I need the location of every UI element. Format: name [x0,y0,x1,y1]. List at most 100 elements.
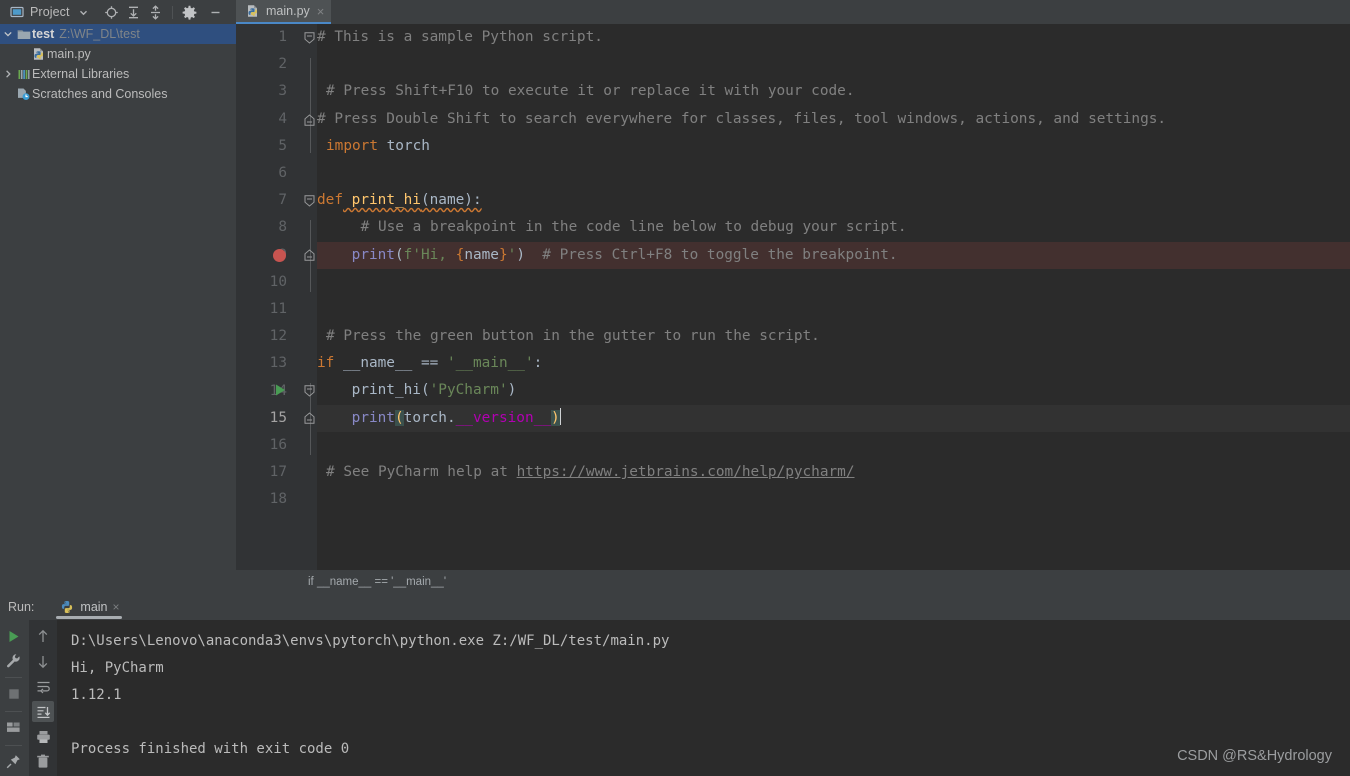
code-editor[interactable]: 1 2 3 4 5 6 7 8 9 10 11 12 13 14 15 16 1… [236,24,1350,570]
arrow-up-icon[interactable] [32,626,54,647]
code-token-keyword: def [317,192,343,209]
chevron-down-icon[interactable] [75,4,92,21]
tree-item-main-py[interactable]: main.py [0,44,236,64]
expand-all-icon[interactable] [125,4,142,21]
code-line-4: # Press Double Shift to search everywher… [317,106,1350,133]
code-line-1: # This is a sample Python script. [317,24,1350,51]
library-icon [15,68,32,81]
arrow-down-icon[interactable] [32,651,54,672]
project-view-icon [8,4,25,21]
tree-item-path: Z:\WF_DL\test [59,27,140,41]
code-token-params: (name): [420,192,482,209]
fold-handle-icon[interactable] [304,411,315,424]
run-gutter-icon[interactable] [274,383,287,402]
code-token-name: torch. [403,409,456,426]
folder-icon [15,28,32,41]
code-token-paren: ( [394,246,404,263]
trash-icon[interactable] [32,751,54,772]
code-line-8: # Use a breakpoint in the code line belo… [317,214,1350,241]
code-token-string: ' [507,246,517,263]
toolbar-divider [5,745,22,746]
tree-item-test[interactable]: test Z:\WF_DL\test [0,24,236,44]
code-token-url[interactable]: https://www.jetbrains.com/help/pycharm/ [517,464,855,480]
minimize-icon[interactable] [207,4,224,21]
scroll-to-end-icon[interactable] [32,701,54,722]
stop-icon[interactable] [3,684,25,704]
code-token-comment: # Press Ctrl+F8 to toggle the breakpoint… [524,246,898,263]
breadcrumb: if __name__ == '__main__' [236,570,1350,594]
code-line-15: print(torch.__version__) [317,405,1350,432]
soft-wrap-icon[interactable] [32,676,54,697]
code-line-9: print(f'Hi, {name}') # Press Ctrl+F8 to … [317,242,1350,269]
line-number: 8 [278,219,287,236]
code-token-name: name [464,246,499,263]
tree-item-label: main.py [47,47,91,61]
rerun-icon[interactable] [3,626,25,646]
breadcrumb-text[interactable]: if __name__ == '__main__' [308,576,446,588]
code-token-function-name: print_hi [343,192,421,209]
chevron-right-icon[interactable] [0,69,15,79]
line-number: 6 [278,165,287,181]
line-number: 12 [269,328,287,345]
python-icon [58,599,75,616]
fold-handle-icon[interactable] [304,384,315,397]
code-token-matched-paren: ) [550,409,560,426]
console-output[interactable]: D:\Users\Lenovo\anaconda3\envs\pytorch\p… [57,620,1350,776]
line-number: 10 [269,273,287,290]
fold-handle-icon[interactable] [304,194,315,207]
layout-icon[interactable] [3,718,25,738]
text-caret [559,407,561,425]
console-line: Process finished with exit code 0 [71,741,350,757]
code-line-14: print_hi('PyCharm') [317,377,1350,404]
project-tree: test Z:\WF_DL\test main.py External Libr… [0,24,236,594]
settings-wrench-icon[interactable] [3,650,25,670]
code-text[interactable]: # This is a sample Python script. # Pres… [317,24,1350,570]
tree-item-label: External Libraries [32,67,130,81]
watermark: CSDN @RS&Hydrology [1177,748,1332,764]
line-number: 3 [278,83,287,100]
line-number: 1 [278,29,287,45]
collapse-all-icon[interactable] [147,4,164,21]
run-tool-window: Run: main × D:\Users\Lenovo\anaconda3\en… [0,594,1350,776]
top-toolbar: Project main.py × [0,0,1350,24]
code-token-comment: # This is a sample Python script. [317,29,603,45]
gear-icon[interactable] [181,4,198,21]
line-number: 7 [278,192,287,209]
code-token-call: print_hi( [351,382,430,399]
tree-item-label: test [32,27,55,41]
code-token-comment: # Use a breakpoint in the code line belo… [326,219,907,236]
breakpoint-marker[interactable] [273,249,286,262]
line-number: 5 [278,137,287,154]
code-token-string: '__main__' [446,355,534,372]
scratches-icon [15,87,32,101]
code-line-12: # Press the green button in the gutter t… [317,323,1350,350]
fold-handle-icon[interactable] [304,31,315,44]
locate-target-icon[interactable] [103,4,120,21]
python-file-icon [244,3,261,20]
code-token-colon: : [533,355,543,372]
fold-handle-icon[interactable] [304,248,315,261]
tab-label: main.py [266,4,310,18]
code-token-paren: ) [516,246,525,263]
line-number: 4 [278,110,287,127]
run-tab-main[interactable]: main × [52,594,125,620]
close-icon[interactable]: × [113,600,120,614]
console-line: Hi, PyCharm [71,660,164,676]
line-number: 16 [269,437,287,453]
chevron-expanded-icon[interactable] [0,29,15,39]
code-token-paren: ) [507,382,517,399]
code-line-13: if __name__ == '__main__': [317,350,1350,377]
tree-item-scratches-and-consoles[interactable]: Scratches and Consoles [0,84,236,104]
code-line-17: # See PyCharm help at https://www.jetbra… [317,459,1350,486]
pin-icon[interactable] [3,752,25,772]
run-label: Run: [8,600,35,614]
tree-item-external-libraries[interactable]: External Libraries [0,64,236,84]
run-actions-toolbar [0,620,27,776]
fold-handle-icon[interactable] [304,113,315,126]
print-icon[interactable] [32,726,54,747]
tab-main-py[interactable]: main.py × [236,0,332,24]
close-icon[interactable]: × [317,5,325,18]
